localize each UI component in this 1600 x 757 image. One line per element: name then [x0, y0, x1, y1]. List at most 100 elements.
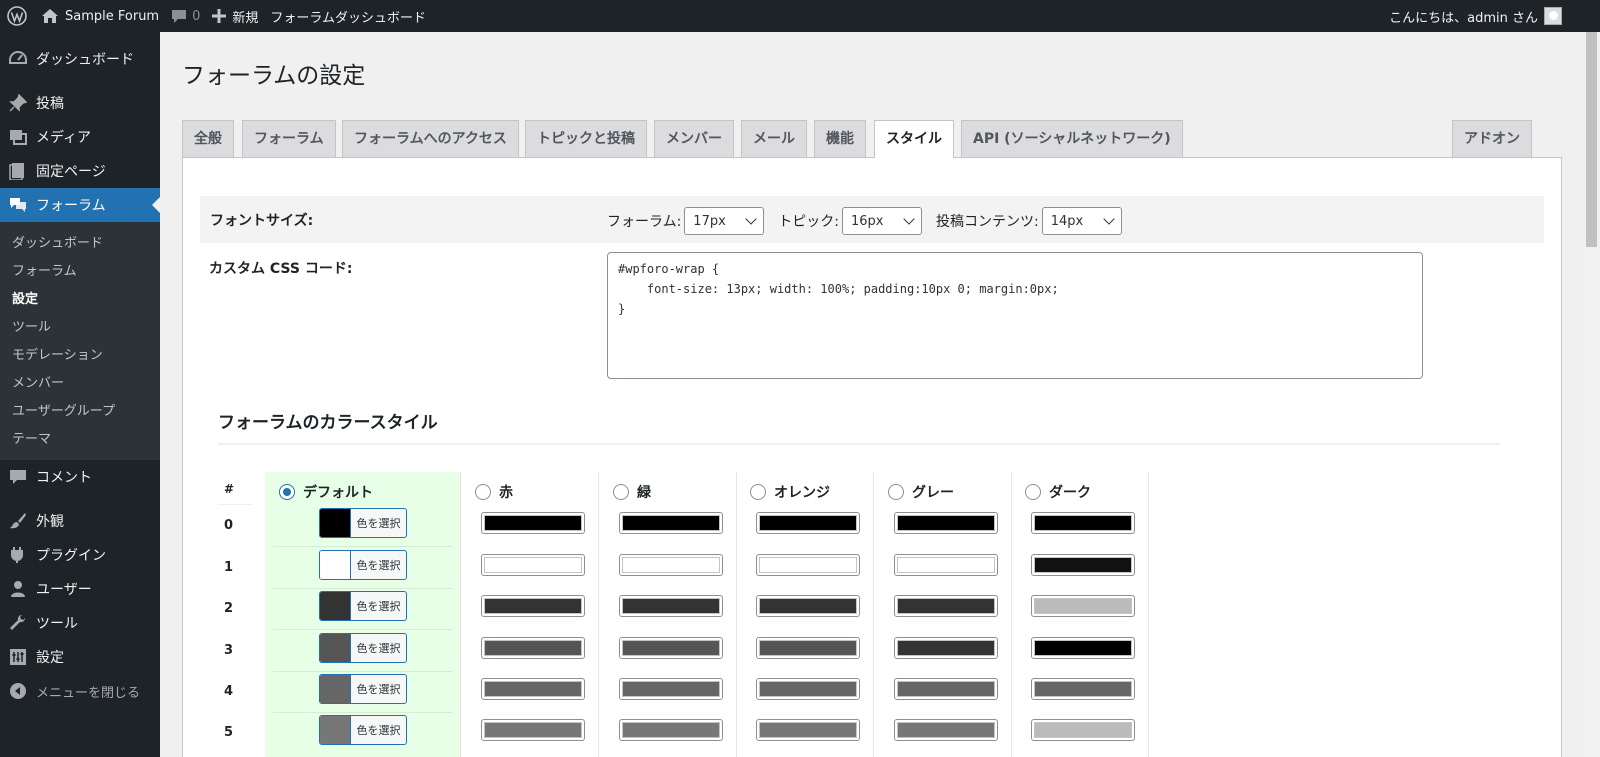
menu-comments[interactable]: コメント [0, 460, 160, 494]
color-swatch [619, 554, 723, 576]
tab-general[interactable]: 全般 [182, 120, 234, 158]
style-option-red[interactable]: 赤 [475, 482, 513, 502]
menu-label: メディア [36, 130, 92, 146]
color-picker-button[interactable]: 色を選択 [319, 674, 407, 704]
wordpress-logo-icon[interactable] [0, 0, 35, 32]
color-swatch [894, 719, 998, 741]
color-bar [897, 557, 995, 573]
submenu-item[interactable]: ダッシュボード [0, 230, 160, 258]
menu-dashboard[interactable]: ダッシュボード [0, 42, 160, 76]
color-bar [897, 722, 995, 738]
color-preview [320, 509, 351, 537]
color-bar [759, 681, 857, 697]
menu-appearance[interactable]: 外観 [0, 504, 160, 538]
my-account-link[interactable]: こんにちは、admin さん [1383, 0, 1568, 32]
menu-tools[interactable]: ツール [0, 606, 160, 640]
color-swatch [1031, 554, 1135, 576]
post-font-select[interactable]: 14px [1041, 207, 1122, 235]
style-radio[interactable] [475, 484, 491, 500]
color-bar [622, 722, 720, 738]
color-picker-button[interactable]: 色を選択 [319, 550, 407, 580]
menu-plugins[interactable]: プラグイン [0, 538, 160, 572]
submenu-item[interactable]: メンバー [0, 370, 160, 398]
tab-email[interactable]: メール [741, 120, 807, 158]
color-swatch [1031, 719, 1135, 741]
style-name: 赤 [499, 485, 513, 501]
forum-submenu: ダッシュボード フォーラム 設定 ツール モデレーション メンバー ユーザーグル… [0, 222, 160, 460]
style-option-dark[interactable]: ダーク [1025, 482, 1091, 502]
submenu-item[interactable]: モデレーション [0, 342, 160, 370]
style-radio[interactable] [888, 484, 904, 500]
tab-forum-access[interactable]: フォーラムへのアクセス [342, 120, 519, 158]
divider [273, 629, 453, 630]
color-picker-button[interactable]: 色を選択 [319, 633, 407, 663]
style-column-orange: オレンジ [736, 472, 874, 757]
color-picker-button[interactable]: 色を選択 [319, 715, 407, 745]
color-picker-button[interactable]: 色を選択 [319, 508, 407, 538]
tab-addons[interactable]: アドオン [1452, 120, 1532, 158]
menu-posts[interactable]: 投稿 [0, 86, 160, 120]
color-swatch [619, 637, 723, 659]
menu-label: 固定ページ [36, 164, 106, 180]
color-swatch [894, 595, 998, 617]
menu-media[interactable]: メディア [0, 120, 160, 154]
wrench-icon [8, 613, 28, 633]
style-name: 緑 [637, 485, 651, 501]
menu-pages[interactable]: 固定ページ [0, 154, 160, 188]
style-option-default[interactable]: デフォルト [279, 482, 373, 502]
topic-font-label: トピック: [778, 214, 840, 230]
row-number: 3 [224, 643, 234, 658]
custom-css-textarea[interactable]: #wpforo-wrap { font-size: 13px; width: 1… [607, 252, 1423, 379]
site-name-link[interactable]: Sample Forum [35, 0, 165, 32]
page-title: フォーラムの設定 [182, 63, 366, 89]
divider [273, 546, 453, 547]
divider [273, 588, 453, 589]
scrollbar-thumb[interactable] [1586, 32, 1597, 247]
style-option-grey[interactable]: グレー [888, 482, 954, 502]
forum-font-select[interactable]: 17px [684, 207, 765, 235]
new-content-link[interactable]: 新規 [206, 0, 264, 32]
submenu-item[interactable]: テーマ [0, 426, 160, 454]
submenu-item[interactable]: ツール [0, 314, 160, 342]
tab-members[interactable]: メンバー [654, 120, 734, 158]
submenu-item[interactable]: ユーザーグループ [0, 398, 160, 426]
color-bar [759, 640, 857, 656]
color-swatch [481, 595, 585, 617]
style-option-orange[interactable]: オレンジ [750, 482, 830, 502]
settings-icon [8, 647, 28, 667]
menu-settings[interactable]: 設定 [0, 640, 160, 674]
tab-api[interactable]: API (ソーシャルネットワーク) [961, 120, 1183, 158]
tab-forums[interactable]: フォーラム [242, 120, 336, 158]
tab-topics-posts[interactable]: トピックと投稿 [525, 120, 647, 158]
color-swatch [1031, 512, 1135, 534]
css-line: font-size: 13px; width: 100%; padding:10… [618, 282, 1059, 296]
home-icon [42, 9, 58, 23]
style-option-green[interactable]: 緑 [613, 482, 651, 502]
forum-font-label: フォーラム: [607, 214, 682, 230]
style-radio[interactable] [613, 484, 629, 500]
color-bar [622, 557, 720, 573]
color-bar [897, 598, 995, 614]
style-radio[interactable] [1025, 484, 1041, 500]
menu-users[interactable]: ユーザー [0, 572, 160, 606]
collapse-menu-button[interactable]: メニューを閉じる [0, 674, 160, 708]
submenu-item-current[interactable]: 設定 [0, 286, 160, 314]
style-radio[interactable] [279, 484, 295, 500]
submenu-item[interactable]: フォーラム [0, 258, 160, 286]
topic-font-select[interactable]: 16px [842, 207, 923, 235]
color-picker-button[interactable]: 色を選択 [319, 591, 407, 621]
plugin-icon [8, 545, 28, 565]
comments-link[interactable]: 0 [165, 0, 206, 32]
divider [218, 504, 253, 505]
color-bar [622, 640, 720, 656]
color-bar [1034, 722, 1132, 738]
page-scrollbar[interactable] [1583, 32, 1600, 757]
style-radio[interactable] [750, 484, 766, 500]
color-swatch [1031, 595, 1135, 617]
menu-forum[interactable]: フォーラム [0, 188, 160, 222]
forum-dashboard-link[interactable]: フォーラムダッシュボード [264, 0, 432, 32]
color-preview [320, 551, 351, 579]
tab-features[interactable]: 機能 [814, 120, 866, 158]
tab-styles[interactable]: スタイル [874, 120, 954, 159]
style-name: オレンジ [774, 485, 830, 501]
